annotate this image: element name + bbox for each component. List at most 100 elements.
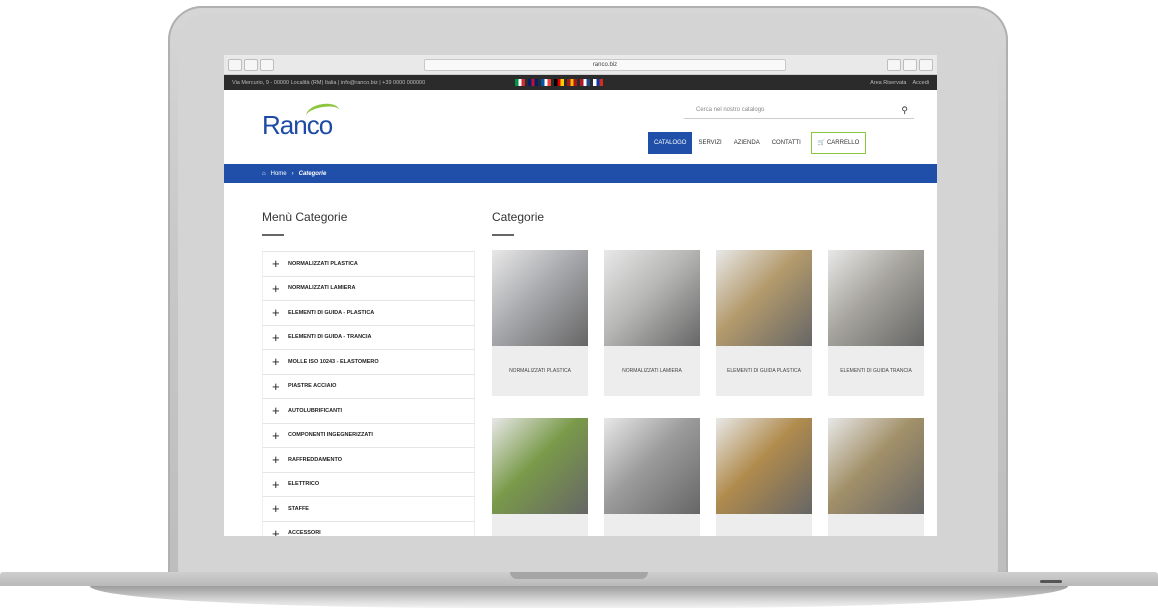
category-grid-section: Categorie NORMALIZZATI PLASTICA NORMALIZZ… — [492, 210, 932, 536]
category-image[interactable] — [604, 250, 700, 346]
category-sidebar: Menù Categorie + NORMALIZZATI PLASTICA + NO… — [262, 210, 475, 536]
nav-servizi[interactable]: SERVIZI — [692, 132, 727, 154]
sidebar-item-label: NORMALIZZATI LAMIERA — [288, 285, 356, 292]
sidebar-item-label: ELEMENTI DI GUIDA - PLASTICA — [288, 309, 375, 316]
sidebar-item-label: PIASTRE ACCIAIO — [288, 383, 337, 390]
sidebar-item[interactable]: + RAFFREDDAMENTO — [262, 448, 475, 473]
sidebar-item[interactable]: + MOLLE ISO 10243 - ELASTOMERO — [262, 350, 475, 375]
tabs-icon[interactable] — [919, 58, 933, 71]
sidebar-item[interactable]: + PIASTRE ACCIAIO — [262, 374, 475, 399]
category-label[interactable]: ELEMENTI DI GUIDA PLASTICA — [716, 346, 812, 396]
german-flag[interactable] — [554, 79, 565, 86]
category-card[interactable]: ELEMENTI DI GUIDA PLASTICA — [716, 250, 812, 396]
russian-flag[interactable] — [593, 79, 604, 86]
contact-info: Via Mercurio, 9 - 00000 Località (RM) It… — [232, 79, 426, 86]
page-title: Categorie — [492, 210, 545, 224]
spanish-flag[interactable] — [567, 79, 578, 86]
sidebar-item[interactable]: + ELEMENTI DI GUIDA - PLASTICA — [262, 301, 475, 326]
category-image[interactable] — [604, 418, 700, 514]
cart-button[interactable]: 🛒 CARRELLO — [810, 132, 867, 154]
laptop-base — [0, 572, 1158, 615]
title-underline — [492, 234, 514, 236]
breadcrumb-current: Categorie — [298, 170, 327, 177]
expand-plus-icon[interactable]: + — [272, 501, 280, 516]
expand-plus-icon[interactable]: + — [272, 305, 280, 320]
category-card[interactable]: COMPONENTI — [828, 418, 924, 536]
french-flag[interactable] — [541, 79, 552, 86]
share-icon[interactable] — [903, 58, 917, 71]
nav-catalogo[interactable]: CATALOGO — [648, 132, 693, 154]
sidebar-item[interactable]: + NORMALIZZATI PLASTICA — [262, 252, 475, 277]
category-image[interactable] — [828, 418, 924, 514]
ranco-logo[interactable]: Ranco — [262, 101, 342, 141]
search-input[interactable]: Cerca nel nostro catalogo — [696, 107, 764, 113]
category-card[interactable] — [716, 418, 812, 536]
sidebar-item-label: COMPONENTI INGEGNERIZZATI — [288, 432, 373, 439]
expand-plus-icon[interactable]: + — [272, 330, 280, 345]
italian-flag[interactable] — [515, 79, 526, 86]
search-icon[interactable]: ⚲ — [901, 102, 908, 118]
category-image[interactable] — [716, 418, 812, 514]
language-flags — [515, 79, 604, 86]
address-bar[interactable]: ranco.biz — [424, 58, 786, 71]
expand-plus-icon[interactable]: + — [272, 256, 280, 271]
category-card[interactable]: NORMALIZZATI LAMIERA — [604, 250, 700, 396]
category-label[interactable]: MOLLE ISO 10243 — [492, 514, 588, 536]
sidebar-item[interactable]: + COMPONENTI INGEGNERIZZATI — [262, 423, 475, 448]
expand-plus-icon[interactable]: + — [272, 403, 280, 418]
sidebar-item[interactable]: + NORMALIZZATI LAMIERA — [262, 276, 475, 301]
category-card[interactable] — [604, 418, 700, 536]
expand-plus-icon[interactable]: + — [272, 281, 280, 296]
breadcrumb-home[interactable]: Home — [271, 171, 287, 177]
category-label[interactable] — [716, 514, 812, 536]
sidebar-item[interactable]: + ELETTRICO — [262, 472, 475, 497]
dutch-flag[interactable] — [580, 79, 591, 86]
sidebar-item-label: ELEMENTI DI GUIDA - TRANCIA — [288, 334, 372, 341]
category-card[interactable]: MOLLE ISO 10243 — [492, 418, 588, 536]
expand-plus-icon[interactable]: + — [272, 428, 280, 443]
category-label[interactable]: COMPONENTI — [828, 514, 924, 536]
reserved-area-link[interactable]: Area Riservata — [870, 80, 906, 86]
category-label[interactable] — [604, 514, 700, 536]
login-link[interactable]: Accedi — [912, 80, 929, 86]
category-card[interactable]: ELEMENTI DI GUIDA TRANCIA — [828, 250, 924, 396]
sidebar-item-label: NORMALIZZATI PLASTICA — [288, 260, 358, 267]
category-image[interactable] — [492, 418, 588, 514]
sidebar-item[interactable]: + ELEMENTI DI GUIDA - TRANCIA — [262, 325, 475, 350]
category-list: + NORMALIZZATI PLASTICA + NORMALIZZATI LAMI… — [262, 251, 475, 536]
sidebar-item[interactable]: + ACCESSORI — [262, 521, 475, 536]
category-card[interactable]: NORMALIZZATI PLASTICA — [492, 250, 588, 396]
category-label[interactable]: NORMALIZZATI PLASTICA — [492, 346, 588, 396]
category-image[interactable] — [828, 250, 924, 346]
sidebar-item-label: AUTOLUBRIFICANTI — [288, 407, 342, 414]
expand-plus-icon[interactable]: + — [272, 526, 280, 536]
downloads-icon[interactable] — [887, 58, 901, 71]
expand-plus-icon[interactable]: + — [272, 452, 280, 467]
nav-contatti[interactable]: CONTATTI — [766, 132, 807, 154]
breadcrumb-separator-icon: › — [291, 170, 294, 177]
nav-azienda[interactable]: AZIENDA — [728, 132, 766, 154]
site-header: Ranco Cerca nel nostro catalogo ⚲ CATALO… — [224, 90, 937, 164]
sidebar-item-label: ELETTRICO — [288, 481, 320, 488]
main-nav: CATALOGO SERVIZI AZIENDA CONTATTI 🛒 CARR… — [648, 132, 867, 154]
sidebar-item-label: STAFFE — [288, 505, 309, 512]
trackpad-notch — [510, 572, 648, 579]
back-button[interactable] — [228, 58, 242, 71]
sidebar-item[interactable]: + AUTOLUBRIFICANTI — [262, 399, 475, 424]
port-icon — [1040, 580, 1062, 583]
expand-plus-icon[interactable]: + — [272, 354, 280, 369]
expand-plus-icon[interactable]: + — [272, 379, 280, 394]
sidebar-toggle-icon[interactable] — [260, 58, 274, 71]
sidebar-item-label: RAFFREDDAMENTO — [288, 456, 342, 463]
english-flag[interactable] — [528, 79, 539, 86]
forward-button[interactable] — [244, 58, 258, 71]
sidebar-item[interactable]: + STAFFE — [262, 497, 475, 522]
expand-plus-icon[interactable]: + — [272, 477, 280, 492]
breadcrumb: ⌂ Home › Categorie — [224, 164, 937, 183]
cart-label: CARRELLO — [826, 140, 860, 146]
category-label[interactable]: NORMALIZZATI LAMIERA — [604, 346, 700, 396]
category-image[interactable] — [716, 250, 812, 346]
category-image[interactable] — [492, 250, 588, 346]
category-label[interactable]: ELEMENTI DI GUIDA TRANCIA — [828, 346, 924, 396]
search-box[interactable]: Cerca nel nostro catalogo ⚲ — [684, 102, 914, 119]
